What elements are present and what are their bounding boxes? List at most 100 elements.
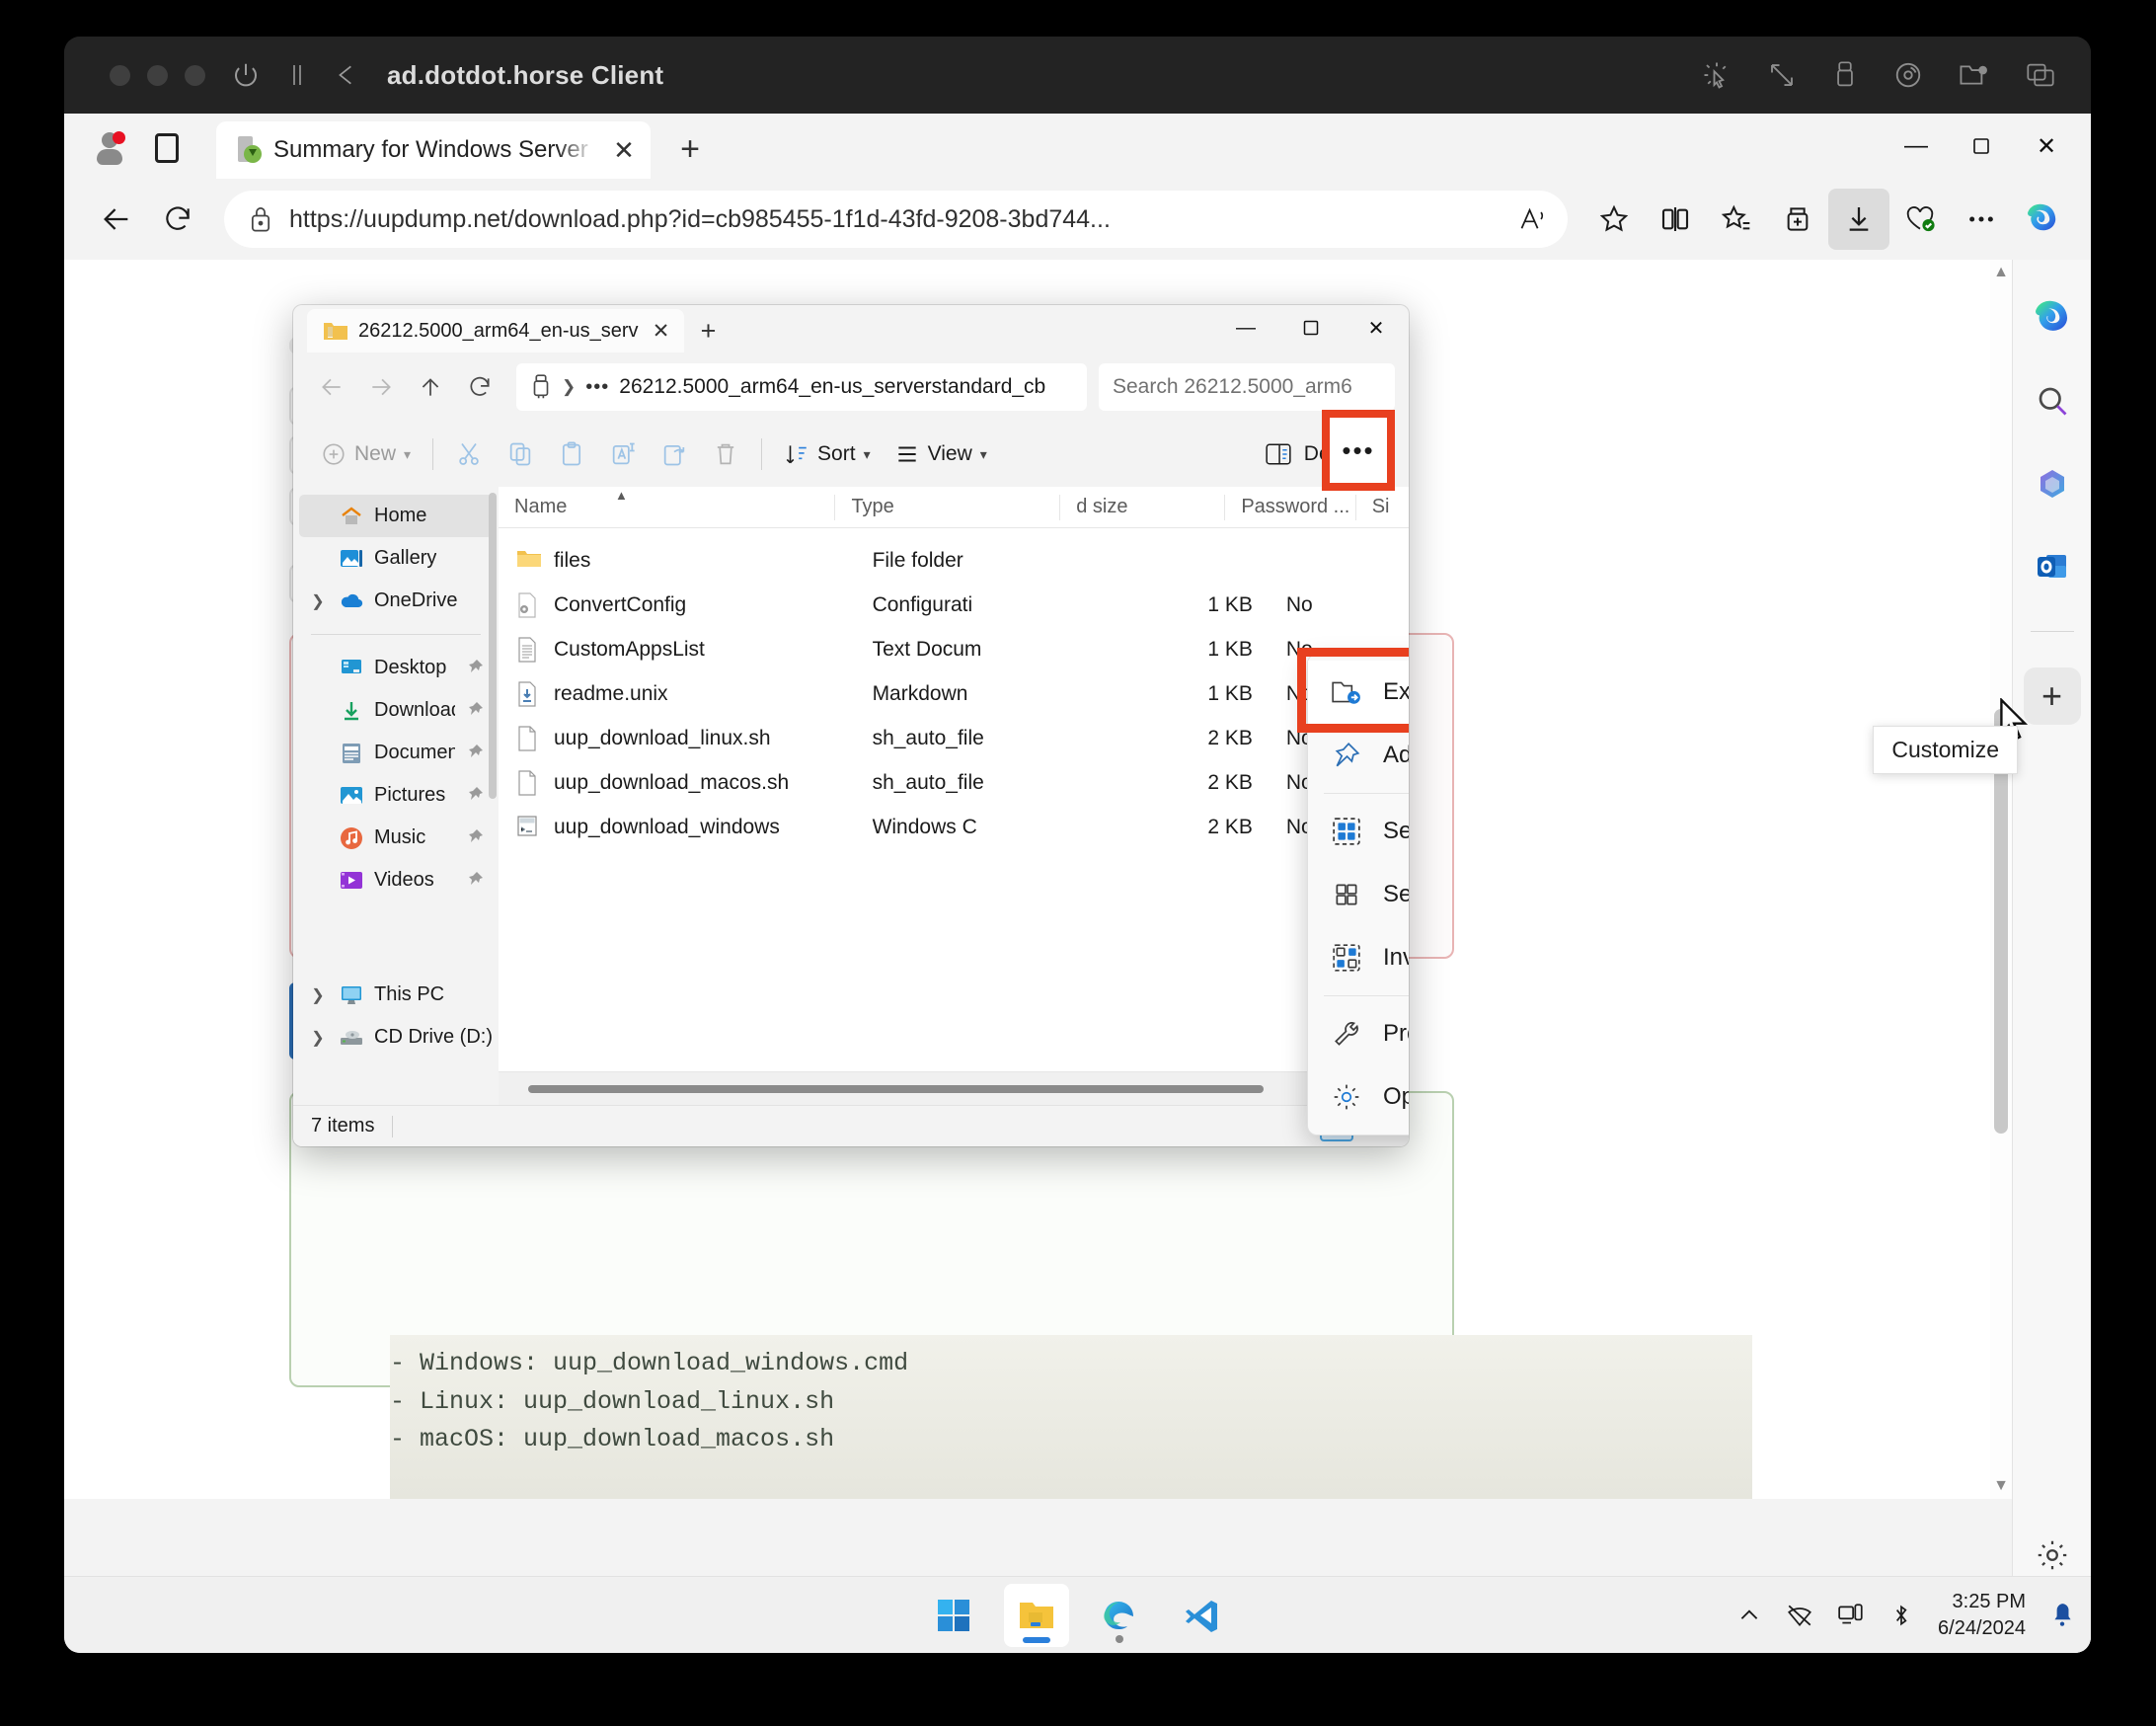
paste-icon[interactable] bbox=[546, 431, 597, 478]
breadcrumb-chevron-icon[interactable]: ❯ bbox=[562, 377, 576, 397]
menu-item-options[interactable]: Options bbox=[1308, 1065, 1409, 1129]
explorer-back-icon[interactable] bbox=[307, 362, 356, 412]
table-row[interactable]: CustomAppsList Text Docum 1 KB No bbox=[499, 627, 1409, 671]
chevron-right-icon[interactable]: ❯ bbox=[307, 1028, 329, 1048]
column-header-name[interactable]: Name bbox=[499, 495, 834, 520]
click-pointer-icon[interactable] bbox=[1702, 60, 1732, 90]
sidebar-item-this-pc[interactable]: ❯ This PC bbox=[293, 974, 499, 1016]
sidebar-item-music[interactable]: Music bbox=[293, 817, 499, 859]
sidebar-item-pictures[interactable]: Pictures bbox=[293, 774, 499, 817]
back-icon[interactable] bbox=[86, 189, 147, 250]
browser-close-button[interactable]: ✕ bbox=[2014, 119, 2079, 173]
sidebar-item-onedrive[interactable]: ❯ OneDrive bbox=[293, 580, 499, 622]
table-row[interactable]: files File folder bbox=[499, 538, 1409, 583]
browser-tab-close-icon[interactable]: ✕ bbox=[607, 135, 641, 166]
tab-actions-icon[interactable] bbox=[139, 121, 194, 175]
menu-item-add-to-favorites[interactable]: Add to Favorites bbox=[1308, 724, 1409, 787]
pin-icon[interactable] bbox=[465, 786, 485, 806]
copilot-sidebar-icon[interactable] bbox=[2024, 289, 2081, 347]
menu-item-properties[interactable]: Properties bbox=[1308, 1002, 1409, 1065]
browser-tab[interactable]: Summary for Windows Server Ins ✕ bbox=[216, 121, 651, 179]
scroll-thumb[interactable] bbox=[528, 1084, 1264, 1093]
shared-folder-icon[interactable] bbox=[1959, 61, 1990, 89]
copilot-icon[interactable] bbox=[2012, 189, 2073, 250]
m365-icon[interactable] bbox=[2024, 455, 2081, 512]
favorites-icon[interactable] bbox=[1706, 189, 1767, 250]
new-tab-button[interactable]: + bbox=[664, 123, 716, 175]
downloads-icon[interactable] bbox=[1828, 189, 1889, 250]
sidebar-item-gallery[interactable]: Gallery bbox=[293, 537, 499, 580]
explorer-close-button[interactable]: ✕ bbox=[1344, 305, 1409, 351]
browser-minimize-button[interactable]: — bbox=[1884, 119, 1949, 173]
taskbar-clock[interactable]: 3:25 PM 6/24/2024 bbox=[1938, 1589, 2026, 1642]
pin-icon[interactable] bbox=[465, 659, 485, 678]
network-off-icon[interactable] bbox=[1786, 1603, 1813, 1628]
column-header-type[interactable]: Type bbox=[834, 494, 1059, 520]
vscode-icon[interactable] bbox=[1170, 1584, 1235, 1647]
sidebar-item-downloads[interactable]: Downloads bbox=[293, 689, 499, 732]
start-icon[interactable] bbox=[921, 1584, 986, 1647]
share-icon[interactable] bbox=[649, 431, 700, 478]
copy-windows-icon[interactable] bbox=[2026, 61, 2055, 89]
chevron-right-icon[interactable]: ❯ bbox=[307, 985, 329, 1005]
explorer-minimize-button[interactable]: — bbox=[1213, 305, 1278, 351]
browser-essentials-icon[interactable] bbox=[1889, 189, 1951, 250]
copy-icon[interactable] bbox=[495, 431, 546, 478]
chevron-right-icon[interactable]: ❯ bbox=[307, 591, 329, 611]
pin-icon[interactable] bbox=[465, 701, 485, 721]
collections-icon[interactable] bbox=[1767, 189, 1828, 250]
favorite-star-icon[interactable] bbox=[1583, 189, 1645, 250]
usb-icon[interactable] bbox=[1832, 60, 1858, 90]
pin-icon[interactable] bbox=[465, 871, 485, 891]
file-list-horizontal-scrollbar[interactable] bbox=[499, 1071, 1409, 1105]
table-row[interactable]: uup_download_macos.sh sh_auto_file 2 KB … bbox=[499, 760, 1409, 805]
sidebar-item-cd-drive[interactable]: ❯ CD Drive (D:) 22 bbox=[293, 1016, 499, 1059]
address-bar[interactable]: https://uupdump.net/download.php?id=cb98… bbox=[224, 191, 1568, 248]
edge-icon[interactable] bbox=[1087, 1584, 1152, 1647]
menu-item-extract-all[interactable]: Extract all bbox=[1308, 661, 1409, 724]
column-header-compressed-size[interactable]: d size bbox=[1059, 494, 1224, 520]
column-header-size[interactable]: Si bbox=[1354, 494, 1409, 520]
notification-bell-icon[interactable] bbox=[2049, 1602, 2075, 1629]
bluetooth-icon[interactable] bbox=[1888, 1603, 1914, 1628]
split-screen-icon[interactable] bbox=[1645, 189, 1706, 250]
search-icon[interactable] bbox=[2024, 372, 2081, 430]
power-icon[interactable] bbox=[231, 60, 261, 90]
resize-icon[interactable] bbox=[1767, 60, 1797, 90]
explorer-address-bar[interactable]: ❯ ••• 26212.5000_arm64_en-us_serverstand… bbox=[516, 363, 1087, 411]
breadcrumb-overflow-icon[interactable]: ••• bbox=[585, 376, 609, 399]
settings-more-icon[interactable] bbox=[1951, 189, 2012, 250]
sidebar-item-desktop[interactable]: Desktop bbox=[293, 647, 499, 689]
minimize-dot-icon[interactable] bbox=[147, 64, 168, 86]
explorer-search-input[interactable]: Search 26212.5000_arm6 bbox=[1099, 363, 1395, 411]
new-button[interactable]: New ▾ bbox=[309, 431, 423, 478]
page-scrollbar[interactable]: ▲ ▼ bbox=[1990, 260, 2012, 1499]
sidebar-item-videos[interactable]: Videos bbox=[293, 859, 499, 902]
explorer-tab-close-icon[interactable]: ✕ bbox=[649, 319, 674, 344]
table-row[interactable]: ConvertConfig Configurati 1 KB No bbox=[499, 583, 1409, 627]
read-aloud-icon[interactable] bbox=[1518, 206, 1548, 232]
explorer-maximize-button[interactable] bbox=[1278, 305, 1344, 351]
scroll-down-icon[interactable]: ▼ bbox=[1990, 1473, 2012, 1499]
pin-icon[interactable] bbox=[465, 744, 485, 763]
sidebar-item-documents[interactable]: Documents bbox=[293, 732, 499, 774]
close-dot-icon[interactable] bbox=[110, 64, 130, 86]
maximize-dot-icon[interactable] bbox=[185, 64, 205, 86]
back-arrow-icon[interactable] bbox=[334, 62, 359, 88]
menu-item-select-all[interactable]: Select all bbox=[1308, 800, 1409, 863]
sidebar-item-home[interactable]: Home bbox=[299, 495, 493, 537]
pause-icon[interactable] bbox=[286, 61, 308, 89]
address-url[interactable]: https://uupdump.net/download.php?id=cb98… bbox=[289, 205, 1502, 234]
table-row[interactable]: uup_download_windows Windows C 2 KB No bbox=[499, 805, 1409, 849]
scroll-up-icon[interactable]: ▲ bbox=[1990, 260, 2012, 285]
window-traffic-lights[interactable] bbox=[110, 64, 205, 86]
display-usb-icon[interactable] bbox=[1837, 1603, 1865, 1628]
sort-button[interactable]: Sort ▾ bbox=[772, 431, 883, 478]
show-hidden-icons-icon[interactable] bbox=[1736, 1603, 1762, 1628]
explorer-tab[interactable]: 26212.5000_arm64_en-us_serv ✕ bbox=[307, 309, 684, 353]
chevron-down-icon[interactable]: ▾ bbox=[980, 446, 987, 463]
column-header-password[interactable]: Password ... bbox=[1224, 494, 1354, 520]
explorer-new-tab-button[interactable]: + bbox=[690, 312, 728, 350]
pin-icon[interactable] bbox=[465, 828, 485, 848]
menu-item-invert-selection[interactable]: Invert selection bbox=[1308, 926, 1409, 989]
